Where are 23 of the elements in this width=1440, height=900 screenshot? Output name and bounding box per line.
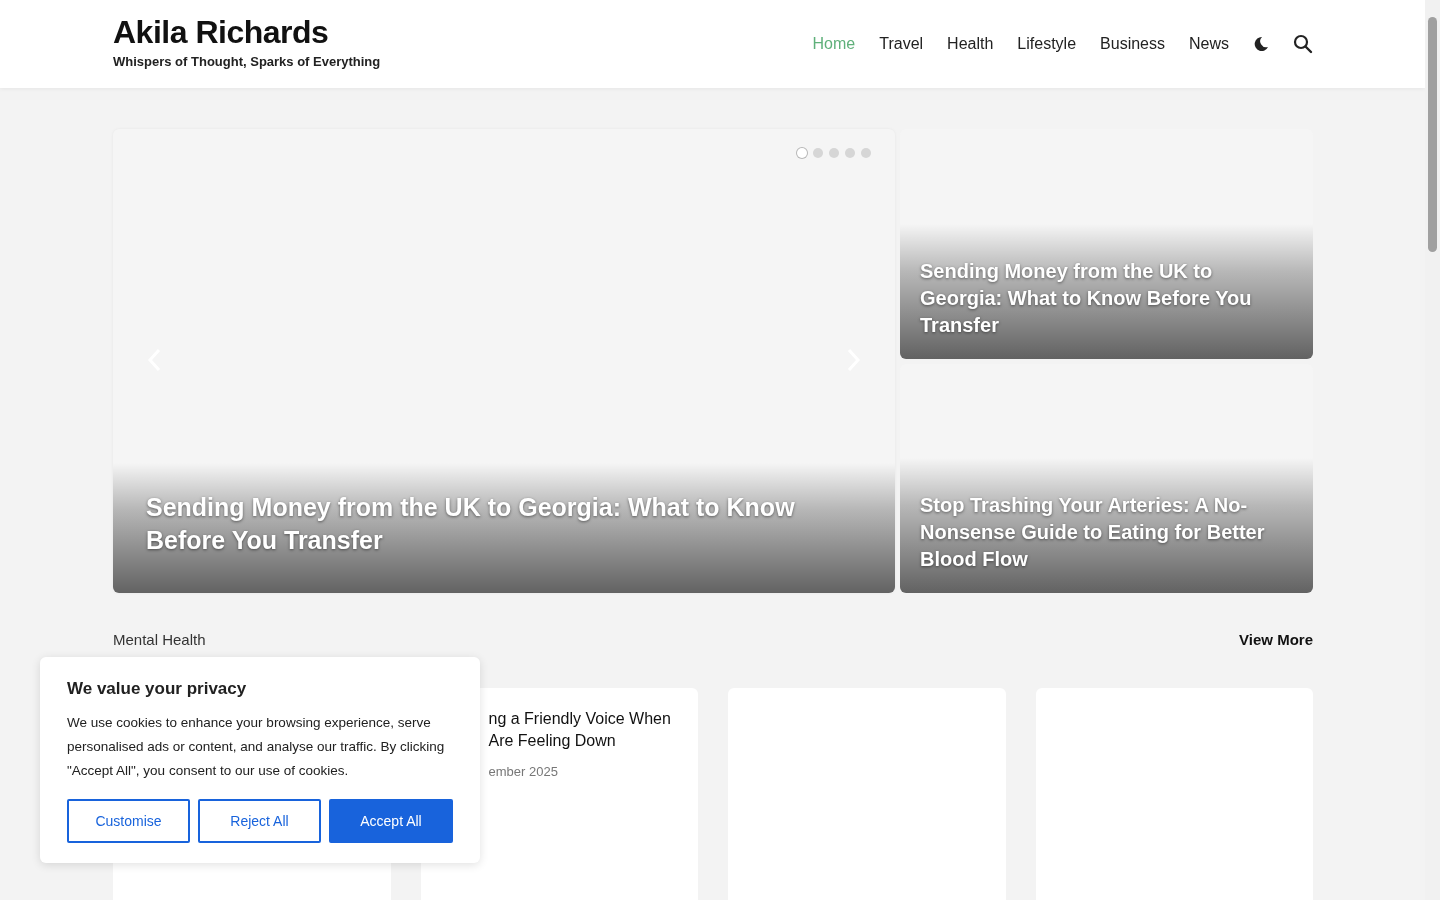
slider-dot[interactable] bbox=[797, 148, 807, 158]
slider-dot[interactable] bbox=[845, 148, 855, 158]
nav-link[interactable]: Travel bbox=[879, 35, 924, 53]
slider-dot[interactable] bbox=[813, 148, 823, 158]
consent-button[interactable]: Reject All bbox=[198, 799, 321, 843]
site-tagline: Whispers of Thought, Sparks of Everything bbox=[113, 53, 381, 69]
moon-icon[interactable] bbox=[1253, 36, 1269, 52]
site-title[interactable]: Akila Richards bbox=[113, 13, 381, 50]
nav-link[interactable]: Lifestyle bbox=[1017, 35, 1077, 53]
post-date: ember 2025 bbox=[488, 764, 559, 779]
view-more-link[interactable]: View More bbox=[1239, 631, 1313, 648]
consent-button[interactable]: Customise bbox=[67, 799, 190, 843]
post-title[interactable]: ng a Friendly Voice When bbox=[488, 708, 688, 730]
slider-dot[interactable] bbox=[861, 148, 871, 158]
post-title[interactable]: Are Feeling Down bbox=[488, 730, 688, 752]
slider-dot[interactable] bbox=[829, 148, 839, 158]
nav-link[interactable]: Business bbox=[1100, 35, 1165, 53]
nav-link[interactable]: Health bbox=[947, 35, 994, 53]
section-title: Mental Health bbox=[113, 631, 206, 648]
search-icon[interactable] bbox=[1293, 34, 1313, 54]
consent-button[interactable]: Accept All bbox=[329, 799, 453, 843]
dialog-title: We value your privacy bbox=[67, 679, 248, 699]
nav-link[interactable]: News bbox=[1189, 35, 1229, 53]
